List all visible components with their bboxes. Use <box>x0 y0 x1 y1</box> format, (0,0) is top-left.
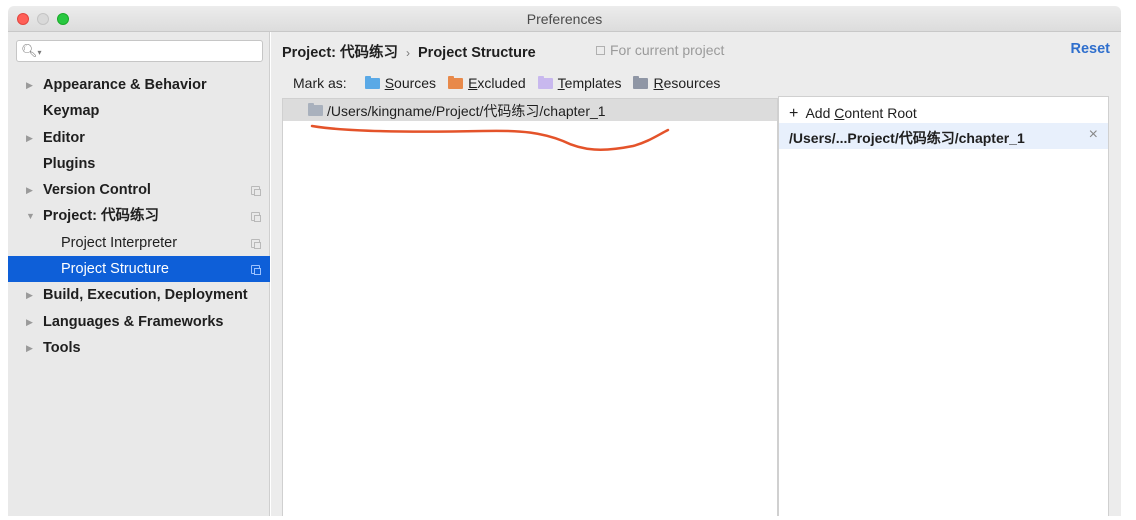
copy-icon <box>596 46 605 55</box>
sidebar-item-plugins[interactable]: Plugins <box>8 151 270 177</box>
reset-link[interactable]: Reset <box>1071 41 1111 57</box>
window-title: Preferences <box>526 11 603 27</box>
sidebar-item-label: Build, Execution, Deployment <box>43 287 248 304</box>
breadcrumb-page: Project Structure <box>418 45 536 61</box>
scope-note-text: For current project <box>610 42 725 58</box>
sidebar-item-label: Project Interpreter <box>61 234 178 251</box>
sidebar-item-label: Editor <box>43 129 85 146</box>
mark-as-option-label: Sources <box>384 75 437 91</box>
copy-icon <box>251 212 261 223</box>
copy-icon <box>251 238 261 249</box>
chevron-right-icon[interactable]: ▶ <box>26 282 33 308</box>
copy-icon <box>251 265 261 276</box>
content-root-tree[interactable]: /Users/kingname/Project/代码练习/chapter_1 <box>282 98 778 516</box>
search-icon: 🔍︎▾ <box>21 43 42 58</box>
sidebar-item-version-control[interactable]: ▶ Version Control <box>8 177 270 203</box>
sidebar-item-appearance-behavior[interactable]: ▶ Appearance & Behavior <box>8 72 270 98</box>
sidebar-item-label: Keymap <box>43 103 100 120</box>
chevron-down-icon[interactable]: ▼ <box>26 203 35 229</box>
sidebar-item-keymap[interactable]: Keymap <box>8 98 270 124</box>
content-roots-panel: + Add Content Root /Users/...Project/代码练… <box>778 96 1109 516</box>
sidebar-item-label: Tools <box>43 339 81 356</box>
sidebar-item-label: Appearance & Behavior <box>43 77 207 93</box>
content-root-entry[interactable]: /Users/...Project/代码练习/chapter_1 × <box>779 123 1108 149</box>
sidebar-item-project-structure[interactable]: Project Structure <box>8 256 270 283</box>
mark-as-templates-button[interactable]: Templates <box>537 75 622 91</box>
sidebar-item-label: Project: 代码练习 <box>43 208 160 225</box>
mark-as-toolbar: Mark as: Sources Excluded Templates Resourc… <box>293 73 732 93</box>
settings-sidebar: 🔍︎▾ ▶ Appearance & Behavior Keymap ▶ Editor P… <box>8 32 270 516</box>
add-content-root-button[interactable]: + Add Content Root <box>789 105 917 123</box>
mark-as-options: Sources Excluded Templates Resources <box>364 75 733 91</box>
window-titlebar: Preferences <box>8 6 1121 32</box>
sidebar-item-build-execution-deployment[interactable]: ▶ Build, Execution, Deployment <box>8 282 270 308</box>
settings-tree: ▶ Appearance & Behavior Keymap ▶ Editor Plugi… <box>8 72 270 361</box>
plus-icon: + <box>789 105 799 122</box>
chevron-right-icon[interactable]: ▶ <box>26 309 33 335</box>
chevron-right-icon[interactable]: ▶ <box>26 335 33 361</box>
folder-icon <box>633 75 649 89</box>
sidebar-item-project[interactable]: ▼ Project: 代码练习 <box>8 203 270 229</box>
close-icon[interactable]: × <box>1089 126 1098 144</box>
folder-icon <box>537 75 553 89</box>
sidebar-item-label: Version Control <box>43 182 151 199</box>
sidebar-item-editor[interactable]: ▶ Editor <box>8 125 270 151</box>
search-input[interactable]: 🔍︎▾ <box>16 40 263 62</box>
sidebar-item-label: Languages & Frameworks <box>43 313 224 330</box>
red-underline-annotation <box>310 124 670 151</box>
mark-as-label: Mark as: <box>293 75 347 91</box>
sidebar-item-tools[interactable]: ▶ Tools <box>8 335 270 361</box>
sidebar-item-languages-frameworks[interactable]: ▶ Languages & Frameworks <box>8 309 270 335</box>
mark-as-option-label: Templates <box>557 75 622 91</box>
sidebar-item-project-interpreter[interactable]: Project Interpreter <box>8 230 270 256</box>
copy-icon <box>251 186 261 197</box>
scope-note: For current project <box>596 42 724 58</box>
chevron-right-icon[interactable]: ▶ <box>26 72 33 98</box>
mark-as-option-label: Excluded <box>468 75 526 91</box>
sidebar-item-label: Project Structure <box>61 261 169 278</box>
mark-as-option-label: Resources <box>653 75 721 91</box>
breadcrumb-project: Project: 代码练习 <box>282 45 399 61</box>
folder-icon <box>364 75 380 89</box>
mark-as-resources-button[interactable]: Resources <box>633 75 720 91</box>
breadcrumb-separator: › <box>406 46 411 60</box>
mark-as-sources-button[interactable]: Sources <box>364 75 437 91</box>
sidebar-item-label: Plugins <box>43 155 96 172</box>
project-structure-panel: Project: 代码练习 › Project Structure For curr… <box>271 32 1121 516</box>
content-root-path: /Users/...Project/代码练习/chapter_1 <box>789 130 1025 146</box>
breadcrumb: Project: 代码练习 › Project Structure <box>282 41 536 62</box>
chevron-right-icon[interactable]: ▶ <box>26 177 33 203</box>
folder-icon <box>448 75 464 89</box>
chevron-right-icon[interactable]: ▶ <box>26 125 33 151</box>
mark-as-excluded-button[interactable]: Excluded <box>448 75 526 91</box>
